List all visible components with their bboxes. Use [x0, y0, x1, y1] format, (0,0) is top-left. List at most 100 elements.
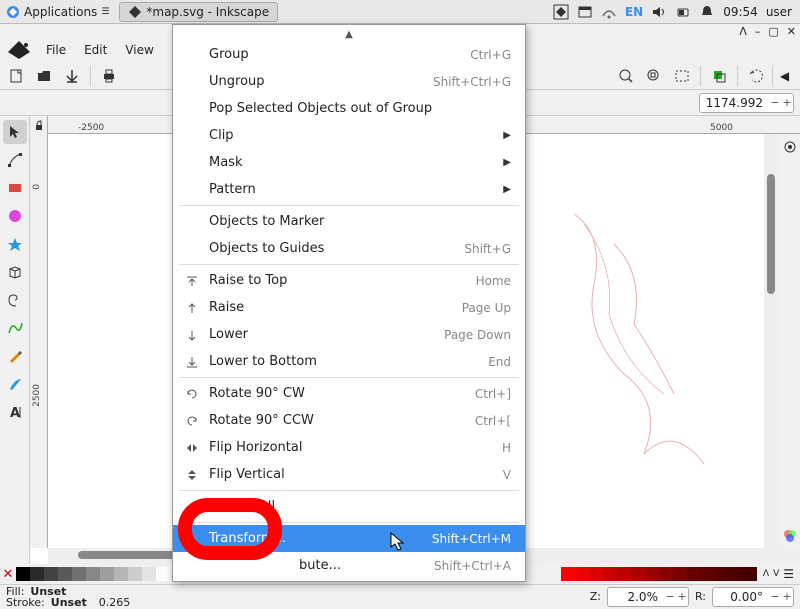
- color-swatch[interactable]: [128, 567, 142, 581]
- menu-item-unhide-all[interactable]: Unhide All: [173, 493, 525, 520]
- color-swatch[interactable]: [561, 567, 575, 581]
- node-tool[interactable]: [3, 148, 27, 172]
- window-up-icon[interactable]: ᐱ: [739, 25, 747, 38]
- window-minimize-icon[interactable]: –: [755, 25, 761, 38]
- palette-scroll-down-icon[interactable]: ᐯ: [773, 569, 779, 579]
- palette-scroll-up-icon[interactable]: ᐱ: [763, 569, 769, 579]
- star-tool[interactable]: [3, 232, 27, 256]
- zoom-drawing-button[interactable]: [670, 64, 694, 88]
- color-swatch[interactable]: [687, 567, 701, 581]
- color-swatch[interactable]: [16, 567, 30, 581]
- menu-item-transform[interactable]: Transform...Shift+Ctrl+M: [173, 525, 525, 552]
- window-maximize-icon[interactable]: ▢: [768, 25, 778, 38]
- volume-icon[interactable]: [651, 4, 667, 20]
- applications-menu[interactable]: Applications ☰: [0, 5, 115, 19]
- increment-icon[interactable]: +: [781, 96, 793, 109]
- window-close-icon[interactable]: ✕: [787, 25, 796, 38]
- decrement-icon[interactable]: −: [664, 590, 676, 603]
- increment-icon[interactable]: +: [781, 590, 793, 603]
- color-swatch[interactable]: [631, 567, 645, 581]
- more-button[interactable]: [744, 64, 768, 88]
- menu-item-lower[interactable]: LowerPage Down: [173, 321, 525, 348]
- menu-view[interactable]: View: [117, 41, 161, 59]
- fill-stroke-indicator[interactable]: Fill:Unset Stroke:Unset0.265: [6, 586, 130, 608]
- color-swatch[interactable]: [645, 567, 659, 581]
- menu-item-clip[interactable]: Clip▶: [173, 122, 525, 149]
- menu-item-objects-to-guides[interactable]: Objects to GuidesShift+G: [173, 235, 525, 262]
- save-button[interactable]: [60, 64, 84, 88]
- color-swatch[interactable]: [729, 567, 743, 581]
- zoom-page-button[interactable]: [642, 64, 666, 88]
- menu-item-flip-vertical[interactable]: Flip VerticalV: [173, 461, 525, 488]
- ruler-vertical[interactable]: 0 2500: [30, 134, 48, 548]
- zoom-selection-button[interactable]: [614, 64, 638, 88]
- color-swatch[interactable]: [100, 567, 114, 581]
- menu-item-rotate-90-ccw[interactable]: Rotate 90° CCWCtrl+[: [173, 407, 525, 434]
- decrement-icon[interactable]: −: [769, 96, 781, 109]
- menu-item-mask[interactable]: Mask▶: [173, 149, 525, 176]
- menu-item-pop-selected-objects-out-of-group[interactable]: Pop Selected Objects out of Group: [173, 95, 525, 122]
- brightness-icon[interactable]: [675, 4, 691, 20]
- menu-item-rotate-90-cw[interactable]: Rotate 90° CWCtrl+]: [173, 380, 525, 407]
- zoom-spinbox[interactable]: 2.0%−+: [607, 587, 689, 607]
- circle-tool[interactable]: [3, 204, 27, 228]
- rotate-spinbox[interactable]: 0.00°−+: [712, 587, 794, 607]
- color-swatch[interactable]: [603, 567, 617, 581]
- color-swatch[interactable]: [617, 567, 631, 581]
- rectangle-tool[interactable]: [3, 176, 27, 200]
- menu-item-raise[interactable]: RaisePage Up: [173, 294, 525, 321]
- color-swatch[interactable]: [701, 567, 715, 581]
- clock[interactable]: 09:54: [723, 5, 758, 19]
- spiral-tool[interactable]: [3, 288, 27, 312]
- bezier-tool[interactable]: [3, 316, 27, 340]
- color-swatch[interactable]: [673, 567, 687, 581]
- duplicate-button[interactable]: [707, 64, 731, 88]
- menu-item-group[interactable]: GroupCtrl+G: [173, 41, 525, 68]
- color-swatch[interactable]: [58, 567, 72, 581]
- calligraphy-tool[interactable]: [3, 372, 27, 396]
- decrement-icon[interactable]: −: [769, 590, 781, 603]
- palette-menu-icon[interactable]: ☰: [783, 567, 794, 581]
- color-swatch[interactable]: [72, 567, 86, 581]
- user-label[interactable]: user: [766, 5, 792, 19]
- 3dbox-tool[interactable]: [3, 260, 27, 284]
- color-swatch[interactable]: [575, 567, 589, 581]
- color-manage-icon[interactable]: [783, 528, 797, 542]
- menu-item-raise-to-top[interactable]: Raise to TopHome: [173, 267, 525, 294]
- coordinate-spinbox[interactable]: 1174.992 −+: [699, 93, 794, 113]
- menu-scroll-up-icon[interactable]: ▲: [173, 27, 525, 41]
- color-swatch[interactable]: [659, 567, 673, 581]
- menu-edit[interactable]: Edit: [76, 41, 115, 59]
- taskbar-window-inkscape[interactable]: *map.svg - Inkscape: [119, 2, 278, 22]
- pencil-tool[interactable]: [3, 344, 27, 368]
- lock-guides-icon[interactable]: [30, 116, 48, 134]
- snap-icon[interactable]: [783, 140, 797, 154]
- menu-item-pattern[interactable]: Pattern▶: [173, 176, 525, 203]
- keyboard-layout[interactable]: EN: [625, 5, 643, 19]
- text-tool[interactable]: A: [3, 400, 27, 424]
- increment-icon[interactable]: +: [676, 590, 688, 603]
- color-swatch[interactable]: [715, 567, 729, 581]
- color-swatch[interactable]: [30, 567, 44, 581]
- collapse-toolbar-button[interactable]: ◀: [772, 64, 796, 88]
- menu-item-lower-to-bottom[interactable]: Lower to BottomEnd: [173, 348, 525, 375]
- color-swatch[interactable]: [743, 567, 757, 581]
- color-swatch[interactable]: [156, 567, 170, 581]
- vertical-scrollbar[interactable]: [764, 134, 780, 548]
- menu-item-bute[interactable]: bute...Shift+Ctrl+A: [173, 552, 525, 579]
- menu-item-flip-horizontal[interactable]: Flip HorizontalH: [173, 434, 525, 461]
- network-icon[interactable]: [601, 4, 617, 20]
- notifications-icon[interactable]: [699, 4, 715, 20]
- tray-window-icon[interactable]: [577, 4, 593, 20]
- menu-file[interactable]: File: [38, 41, 74, 59]
- color-swatch[interactable]: [589, 567, 603, 581]
- menu-item-objects-to-marker[interactable]: Objects to Marker: [173, 208, 525, 235]
- open-button[interactable]: [32, 64, 56, 88]
- color-swatch[interactable]: [44, 567, 58, 581]
- scrollbar-thumb[interactable]: [767, 174, 775, 294]
- menu-item-ungroup[interactable]: UngroupShift+Ctrl+G: [173, 68, 525, 95]
- tray-app-icon[interactable]: [553, 4, 569, 20]
- print-button[interactable]: [97, 64, 121, 88]
- selector-tool[interactable]: [3, 120, 27, 144]
- color-swatch[interactable]: [114, 567, 128, 581]
